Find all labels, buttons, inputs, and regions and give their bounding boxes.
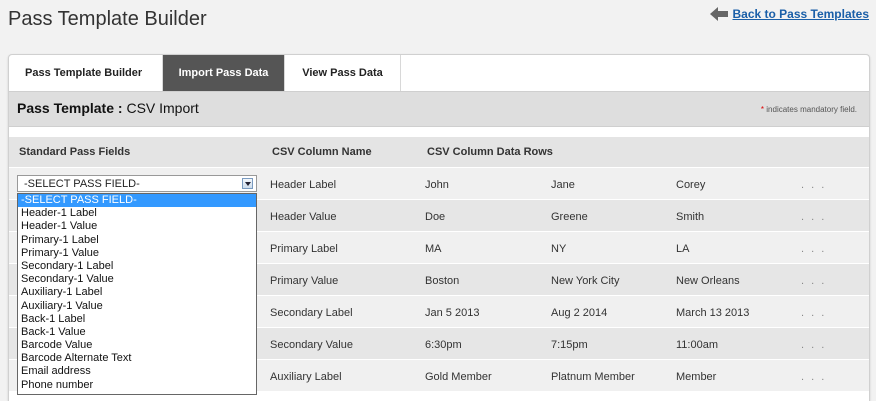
csv-column-name: Header Value: [270, 211, 337, 223]
main-panel: Pass Template Builder Import Pass Data V…: [8, 54, 870, 401]
data-cell: NY: [551, 243, 567, 255]
dropdown-option[interactable]: Auxiliary-1 Label: [18, 286, 256, 299]
data-cell: Aug 2 2014: [551, 307, 608, 319]
tab-view-pass-data[interactable]: View Pass Data: [285, 55, 401, 91]
data-cell: John: [425, 179, 449, 191]
data-cell: March 13 2013: [676, 307, 750, 319]
csv-column-name: Primary Value: [270, 275, 339, 287]
back-link-label[interactable]: Back to Pass Templates: [732, 7, 869, 21]
mandatory-note: * indicates mandatory field.: [761, 105, 857, 114]
arrow-left-icon: [710, 7, 729, 21]
data-cell: Gold Member: [425, 371, 492, 383]
section-title: Pass Template : CSV Import: [17, 100, 199, 116]
section-title-label: Pass Template :: [17, 100, 123, 116]
dropdown-option[interactable]: Secondary-1 Label: [18, 260, 256, 273]
pass-field-select-value: -SELECT PASS FIELD-: [24, 178, 140, 190]
more-columns: . . .: [801, 339, 827, 351]
section-title-value: CSV Import: [126, 100, 199, 116]
pass-field-dropdown-list: -SELECT PASS FIELD- Header-1 Label Heade…: [17, 193, 257, 395]
page-title: Pass Template Builder: [8, 8, 207, 30]
dropdown-option[interactable]: -SELECT PASS FIELD-: [18, 194, 256, 208]
back-to-templates-link[interactable]: Back to Pass Templates: [710, 7, 869, 21]
tab-pass-template-builder[interactable]: Pass Template Builder: [9, 55, 163, 91]
data-cell: Smith: [676, 211, 705, 223]
tab-import-pass-data[interactable]: Import Pass Data: [163, 55, 285, 91]
csv-column-name: Secondary Label: [270, 307, 353, 319]
dropdown-option[interactable]: Header-1 Value: [18, 220, 256, 233]
data-cell: LA: [676, 243, 690, 255]
data-cell: Jane: [551, 179, 575, 191]
csv-column-name: Header Label: [270, 179, 337, 191]
chevron-down-icon[interactable]: [242, 178, 253, 189]
data-cell: Jan 5 2013: [425, 307, 480, 319]
dropdown-option[interactable]: Barcode Value: [18, 339, 256, 352]
data-cell: New Orleans: [676, 275, 740, 287]
more-columns: . . .: [801, 307, 827, 319]
data-cell: 11:00am: [676, 339, 718, 351]
dropdown-option[interactable]: Phone number: [18, 379, 256, 392]
data-cell: Member: [676, 371, 717, 383]
more-columns: . . .: [801, 211, 827, 223]
dropdown-option[interactable]: Secondary-1 Value: [18, 273, 256, 286]
column-csv-rows: CSV Column Data Rows: [427, 146, 553, 158]
dropdown-option[interactable]: Back-1 Label: [18, 313, 256, 326]
data-cell: 6:30pm: [425, 339, 462, 351]
dropdown-option[interactable]: Header-1 Label: [18, 207, 256, 220]
more-columns: . . .: [801, 371, 827, 383]
table-header: Standard Pass Fields CSV Column Name CSV…: [9, 137, 869, 167]
data-cell: Greene: [551, 211, 588, 223]
data-cell: 7:15pm: [551, 339, 588, 351]
csv-column-name: Primary Label: [270, 243, 338, 255]
data-cell: MA: [425, 243, 442, 255]
csv-column-name: Auxiliary Label: [270, 371, 342, 383]
data-cell: New York City: [551, 275, 620, 287]
more-columns: . . .: [801, 243, 827, 255]
csv-column-name: Secondary Value: [270, 339, 353, 351]
more-columns: . . .: [801, 275, 827, 287]
dropdown-option[interactable]: Email address: [18, 365, 256, 378]
dropdown-option[interactable]: Primary-1 Value: [18, 247, 256, 260]
data-cell: Doe: [425, 211, 446, 223]
mandatory-text: indicates mandatory field.: [766, 105, 857, 114]
dropdown-option[interactable]: Back-1 Value: [18, 326, 256, 339]
tab-bar: Pass Template Builder Import Pass Data V…: [9, 55, 869, 91]
mandatory-star: *: [760, 105, 765, 114]
column-csv-name: CSV Column Name: [272, 146, 372, 158]
more-columns: . . .: [801, 179, 827, 191]
pass-field-select[interactable]: -SELECT PASS FIELD-: [17, 175, 257, 192]
column-standard-fields: Standard Pass Fields: [19, 146, 131, 158]
data-cell: Corey: [676, 179, 706, 191]
data-cell: Platnum Member: [551, 371, 635, 383]
dropdown-option[interactable]: Auxiliary-1 Value: [18, 300, 256, 313]
dropdown-option[interactable]: Barcode Alternate Text: [18, 352, 256, 365]
data-cell: Boston: [425, 275, 460, 287]
dropdown-option[interactable]: Primary-1 Label: [18, 234, 256, 247]
section-header: Pass Template : CSV Import * indicates m…: [9, 91, 869, 127]
